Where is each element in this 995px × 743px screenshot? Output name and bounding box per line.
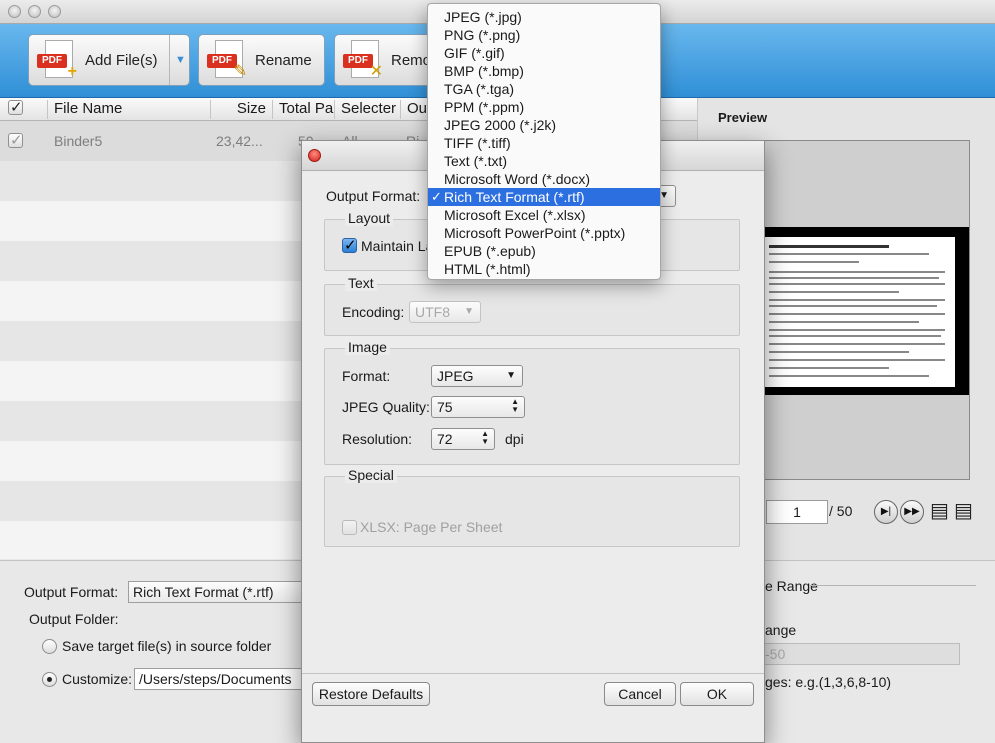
page-number-input[interactable]: 1 — [766, 500, 828, 524]
image-format-select[interactable]: JPEG ▼ — [431, 365, 523, 387]
stepper-icon: ▲ ▼ — [511, 397, 519, 414]
column-size[interactable]: Size — [211, 100, 273, 119]
column-total-pages[interactable]: Total Pa — [273, 100, 335, 119]
row-size: 23,42... — [216, 133, 263, 149]
page-range-title: e Range — [765, 578, 818, 594]
remove-label: Remo — [391, 51, 432, 69]
stepper-icon: ▲ ▼ — [481, 429, 489, 446]
preview-label: Preview — [718, 110, 768, 125]
customize-radio[interactable] — [42, 672, 57, 687]
menu-item-tiff[interactable]: TIFF (*.tiff) — [428, 134, 660, 152]
dpi-label: dpi — [505, 431, 524, 447]
resolution-label: Resolution: — [342, 431, 413, 447]
pdf-rename-icon: PDF ✎ — [207, 40, 247, 80]
output-format-select[interactable]: Rich Text Format (*.rtf) — [128, 581, 303, 603]
document-icon[interactable]: ▤ — [930, 500, 949, 522]
menu-item-rtf[interactable]: ✓ Rich Text Format (*.rtf) — [428, 188, 660, 206]
output-folder-label: Output Folder: — [29, 611, 119, 627]
chevron-down-icon: ▼ — [464, 306, 474, 317]
encoding-label: Encoding: — [342, 304, 405, 320]
output-format-label: Output Format: — [24, 584, 119, 600]
column-selected[interactable]: Selecter — [335, 100, 401, 119]
special-title: Special — [345, 467, 397, 483]
range-hint: ges: e.g.(1,3,6,8-10) — [765, 674, 892, 690]
customize-path-field[interactable]: /Users/steps/Documents — [134, 668, 304, 690]
text-group: Text Encoding: UTF8 ▼ — [324, 275, 740, 336]
ok-button[interactable]: OK — [680, 682, 754, 706]
menu-item-bmp[interactable]: BMP (*.bmp) — [428, 62, 660, 80]
menu-item-tga[interactable]: TGA (*.tga) — [428, 80, 660, 98]
menu-item-text[interactable]: Text (*.txt) — [428, 152, 660, 170]
layout-title: Layout — [345, 210, 394, 226]
image-format-label: Format: — [342, 368, 391, 384]
maintain-layout-label: Maintain La — [361, 238, 434, 254]
menu-item-png[interactable]: PNG (*.png) — [428, 26, 660, 44]
check-icon: ✓ — [10, 133, 23, 149]
last-page-icon[interactable]: ▶▶ — [900, 500, 924, 524]
menu-item-word[interactable]: Microsoft Word (*.docx) — [428, 170, 660, 188]
image-title: Image — [345, 339, 390, 355]
menu-item-jpeg[interactable]: JPEG (*.jpg) — [428, 8, 660, 26]
pdf-add-icon: PDF + — [37, 40, 77, 80]
menu-item-html[interactable]: HTML (*.html) — [428, 260, 660, 278]
select-all-column[interactable]: ✓ — [0, 100, 48, 119]
xlsx-page-per-sheet-label: XLSX: Page Per Sheet — [360, 519, 503, 535]
text-title: Text — [345, 275, 377, 291]
row-checkbox[interactable]: ✓ — [8, 133, 23, 149]
menu-item-ppm[interactable]: PPM (*.ppm) — [428, 98, 660, 116]
range-label: ange — [765, 622, 797, 638]
document-export-icon[interactable]: ▤ — [954, 500, 973, 522]
jpeg-quality-label: JPEG Quality: — [342, 399, 430, 415]
add-files-label: Add File(s) — [85, 51, 158, 69]
save-source-radio[interactable] — [42, 639, 57, 654]
dialog-footer-divider — [302, 673, 764, 674]
menu-item-jpeg2000[interactable]: JPEG 2000 (*.j2k) — [428, 116, 660, 134]
next-page-icon[interactable]: ▶| — [874, 500, 898, 524]
rename-label: Rename — [255, 51, 312, 69]
output-format-menu: JPEG (*.jpg) PNG (*.png) GIF (*.gif) BMP… — [427, 3, 661, 280]
dialog-output-format-label: Output Format: — [326, 188, 421, 204]
chevron-down-icon: ▼ — [506, 370, 516, 381]
column-file-name[interactable]: File Name — [48, 100, 211, 119]
pdf-remove-icon: PDF ✕ — [343, 40, 383, 80]
customize-label: Customize: — [62, 671, 133, 687]
row-file-name: Binder5 — [54, 133, 103, 149]
maintain-layout-checkbox[interactable]: ✓ — [342, 237, 357, 254]
save-source-label: Save target file(s) in source folder — [62, 638, 272, 654]
dialog-close-icon[interactable] — [308, 149, 321, 162]
preview-page-thumbnail — [765, 237, 955, 387]
special-group: Special XLSX: Page Per Sheet — [324, 467, 740, 547]
menu-item-excel[interactable]: Microsoft Excel (*.xlsx) — [428, 206, 660, 224]
rename-button[interactable]: PDF ✎ Rename — [198, 34, 325, 86]
range-input[interactable]: -50 — [760, 643, 960, 665]
select-all-checkbox[interactable]: ✓ — [8, 100, 23, 116]
menu-item-epub[interactable]: EPUB (*.epub) — [428, 242, 660, 260]
cancel-button[interactable]: Cancel — [604, 682, 676, 706]
check-icon: ✓ — [10, 100, 23, 116]
chevron-down-icon[interactable]: ▼ — [169, 35, 191, 85]
menu-item-gif[interactable]: GIF (*.gif) — [428, 44, 660, 62]
add-files-button[interactable]: PDF + Add File(s) ▼ — [28, 34, 190, 86]
resolution-stepper[interactable]: 72 ▲ ▼ — [431, 428, 495, 450]
menu-item-powerpoint[interactable]: Microsoft PowerPoint (*.pptx) — [428, 224, 660, 242]
image-group: Image Format: JPEG ▼ JPEG Quality: 75 ▲ ▼… — [324, 339, 740, 465]
check-icon: ✓ — [344, 237, 357, 254]
jpeg-quality-stepper[interactable]: 75 ▲ ▼ — [431, 396, 525, 418]
range-divider — [810, 585, 976, 586]
check-icon: ✓ — [431, 189, 442, 204]
xlsx-page-per-sheet-checkbox[interactable] — [342, 520, 357, 535]
encoding-select[interactable]: UTF8 ▼ — [409, 301, 481, 323]
page-total: / 50 — [829, 503, 853, 519]
restore-defaults-button[interactable]: Restore Defaults — [312, 682, 430, 706]
